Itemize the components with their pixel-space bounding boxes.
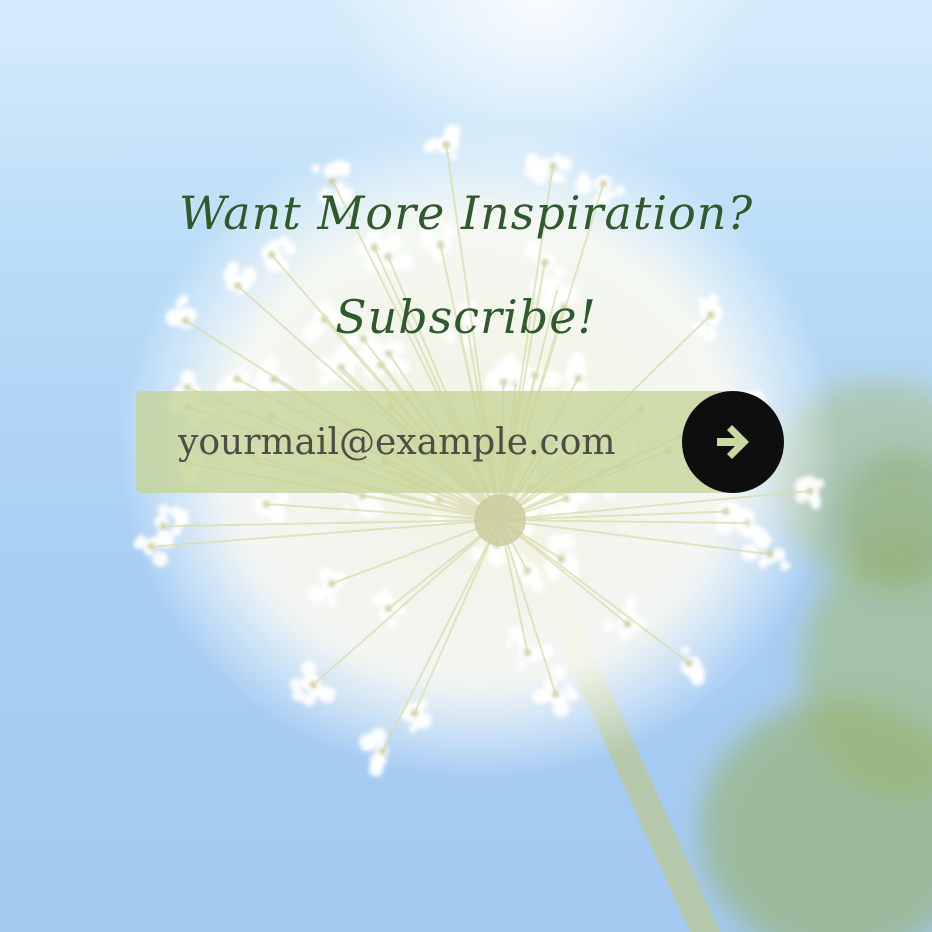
email-input[interactable] (136, 391, 736, 493)
headline-line-2: Subscribe! (335, 290, 597, 344)
subscribe-submit-button[interactable] (682, 391, 784, 493)
headline-line-1: Want More Inspiration? (178, 186, 754, 240)
arrow-right-icon (717, 425, 749, 459)
subscribe-form (136, 391, 784, 493)
